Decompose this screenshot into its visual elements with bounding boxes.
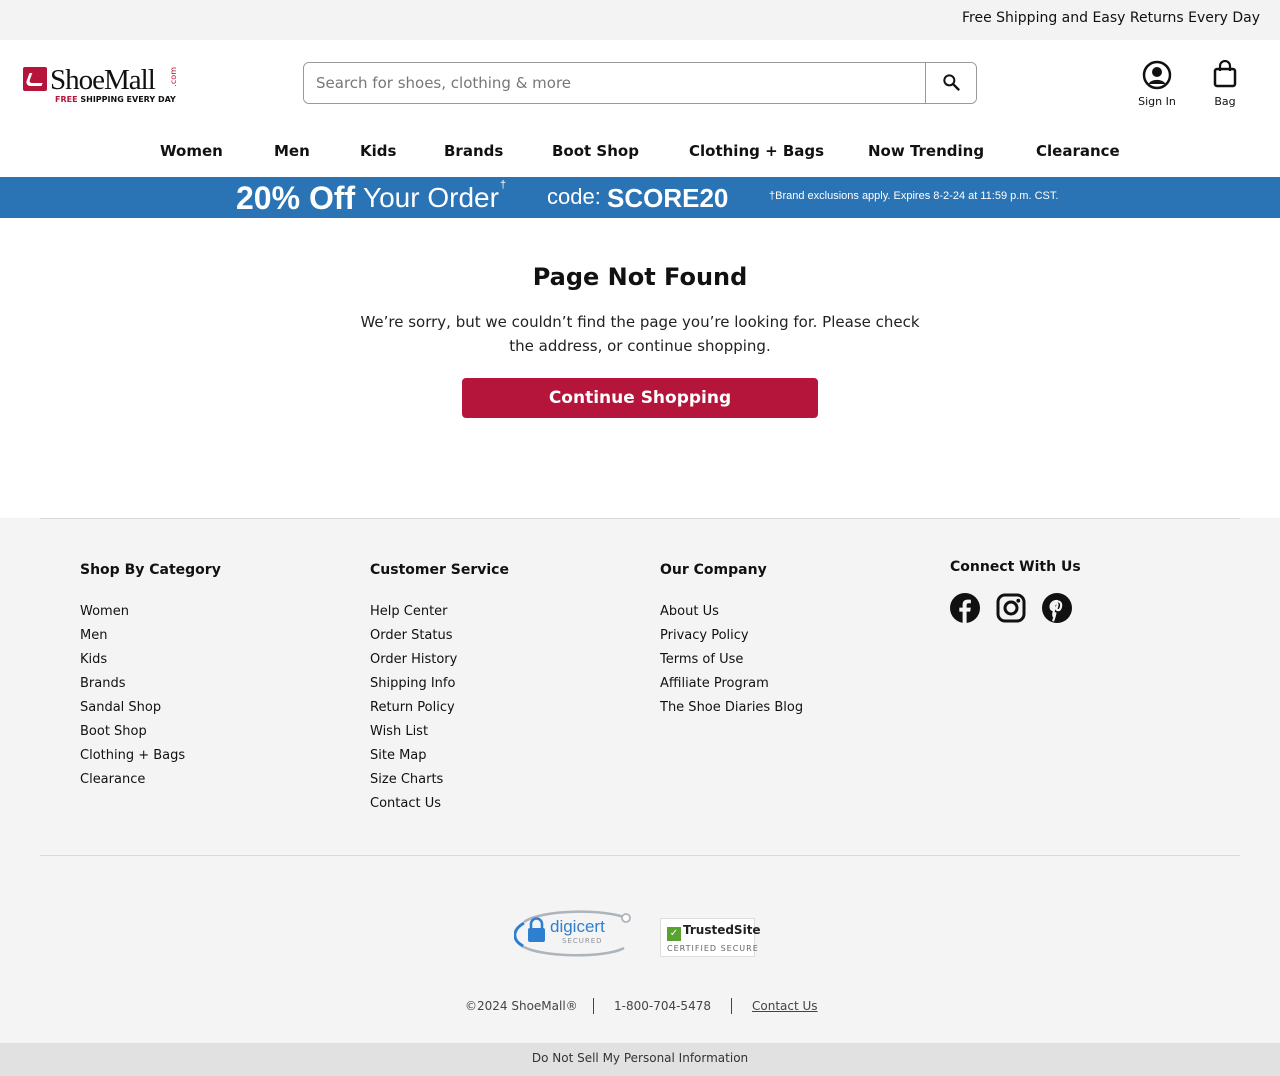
footer-link[interactable]: Boot Shop bbox=[80, 720, 221, 744]
digicert-secured: SECURED bbox=[562, 937, 603, 945]
copyright: ©2024 ShoeMall® bbox=[465, 999, 578, 1013]
legal-separator bbox=[593, 998, 594, 1014]
nav-item-men[interactable]: Men bbox=[274, 142, 310, 160]
nav-item-boot-shop[interactable]: Boot Shop bbox=[552, 142, 639, 160]
site-footer: Shop By Category Women Men Kids Brands S… bbox=[0, 518, 1280, 1043]
nav-item-now-trending[interactable]: Now Trending bbox=[868, 142, 984, 160]
promo-code: SCORE20 bbox=[607, 183, 729, 213]
footer-link[interactable]: Terms of Use bbox=[660, 648, 803, 672]
promo-code-label: code: bbox=[547, 184, 601, 209]
footer-link[interactable]: Contact Us bbox=[370, 792, 509, 816]
top-announcement-bar: Free Shipping and Easy Returns Every Day bbox=[0, 0, 1280, 40]
bag-label: Bag bbox=[1214, 95, 1236, 108]
footer-link[interactable]: Brands bbox=[80, 672, 221, 696]
sign-in-button[interactable]: Sign In bbox=[1132, 60, 1182, 112]
footer-mid-divider bbox=[40, 855, 1240, 856]
logo-tagline-free: FREE bbox=[55, 95, 78, 104]
logo-tld: .com bbox=[169, 67, 178, 87]
search-icon bbox=[943, 73, 960, 91]
bag-button[interactable]: Bag bbox=[1207, 60, 1243, 112]
shipping-message: Free Shipping and Easy Returns Every Day bbox=[961, 10, 1260, 26]
footer-link[interactable]: Order History bbox=[370, 648, 509, 672]
footer-company-column: Our Company About Us Privacy Policy Term… bbox=[660, 562, 803, 720]
instagram-icon[interactable] bbox=[996, 593, 1026, 627]
footer-link[interactable]: Sandal Shop bbox=[80, 696, 221, 720]
not-found-message: We’re sorry, but we couldn’t find the pa… bbox=[360, 313, 920, 355]
footer-link[interactable]: Kids bbox=[80, 648, 221, 672]
search-button[interactable] bbox=[925, 63, 976, 103]
nav-item-brands[interactable]: Brands bbox=[444, 142, 503, 160]
footer-connect-title: Connect With Us bbox=[950, 559, 1081, 575]
social-icons bbox=[950, 593, 1090, 625]
trustedsite-wordmark: ✓ TrustedSite bbox=[667, 923, 761, 941]
checkmark-icon: ✓ bbox=[667, 927, 681, 941]
logo-wordmark: ShoeMall bbox=[50, 64, 156, 96]
footer-link[interactable]: The Shoe Diaries Blog bbox=[660, 696, 803, 720]
footer-link[interactable]: Order Status bbox=[370, 624, 509, 648]
contact-us-link[interactable]: Contact Us bbox=[752, 999, 818, 1013]
footer-top-divider bbox=[40, 518, 1240, 519]
nav-item-clearance[interactable]: Clearance bbox=[1036, 142, 1120, 160]
security-badges: digicert SECURED ✓ TrustedSite CERTIFIED … bbox=[0, 908, 1280, 960]
footer-link[interactable]: Affiliate Program bbox=[660, 672, 803, 696]
footer-link[interactable]: Clearance bbox=[80, 768, 221, 792]
footer-link[interactable]: Return Policy bbox=[370, 696, 509, 720]
phone-number[interactable]: 1-800-704-5478 bbox=[614, 999, 711, 1013]
legal-separator bbox=[731, 998, 732, 1014]
footer-link[interactable]: Clothing + Bags bbox=[80, 744, 221, 768]
footer-link[interactable]: Privacy Policy bbox=[660, 624, 803, 648]
shoemall-logo[interactable]: ShoeMall .com FREE SHIPPING EVERY DAY bbox=[23, 64, 183, 107]
footer-company-title: Our Company bbox=[660, 562, 767, 578]
sign-in-label: Sign In bbox=[1138, 95, 1176, 108]
footer-shop-column: Shop By Category Women Men Kids Brands S… bbox=[80, 562, 221, 792]
page-not-found-section: Page Not Found We’re sorry, but we could… bbox=[0, 218, 1280, 518]
promo-banner[interactable]: 20% Off Your Order † code: SCORE20 †Bran… bbox=[0, 177, 1280, 218]
digicert-wordmark: digicert bbox=[550, 917, 605, 936]
digicert-seal[interactable]: digicert SECURED bbox=[513, 908, 632, 958]
nav-item-clothing-bags[interactable]: Clothing + Bags bbox=[689, 142, 824, 160]
trustedsite-sub: CERTIFIED SECURE bbox=[667, 944, 759, 953]
do-not-sell-bar: Do Not Sell My Personal Information bbox=[0, 1043, 1280, 1076]
site-header: ShoeMall .com FREE SHIPPING EVERY DAY Si… bbox=[0, 40, 1280, 177]
search-bar bbox=[303, 62, 977, 104]
footer-service-column: Customer Service Help Center Order Statu… bbox=[370, 562, 509, 816]
promo-headline: 20% Off bbox=[236, 180, 356, 216]
account-icon bbox=[1142, 60, 1172, 90]
logo-mark-icon bbox=[23, 67, 47, 91]
pinterest-icon[interactable] bbox=[1042, 593, 1072, 627]
footer-link[interactable]: Shipping Info bbox=[370, 672, 509, 696]
do-not-sell-link[interactable]: Do Not Sell My Personal Information bbox=[532, 1051, 748, 1065]
footer-link[interactable]: About Us bbox=[660, 600, 803, 624]
footer-link[interactable]: Site Map bbox=[370, 744, 509, 768]
nav-item-kids[interactable]: Kids bbox=[360, 142, 396, 160]
trustedsite-seal[interactable]: ✓ TrustedSite CERTIFIED SECURE bbox=[660, 918, 761, 957]
footer-link[interactable]: Men bbox=[80, 624, 221, 648]
footer-connect-column: Connect With Us bbox=[950, 559, 1081, 623]
footer-service-title: Customer Service bbox=[370, 562, 509, 578]
footer-link[interactable]: Wish List bbox=[370, 720, 509, 744]
footer-shop-title: Shop By Category bbox=[80, 562, 221, 578]
promo-subline: Your Order bbox=[363, 182, 499, 213]
trustedsite-name: TrustedSite bbox=[683, 923, 761, 937]
footer-link[interactable]: Women bbox=[80, 600, 221, 624]
nav-item-women[interactable]: Women bbox=[160, 142, 223, 160]
promo-dagger: † bbox=[500, 179, 507, 191]
continue-shopping-button[interactable]: Continue Shopping bbox=[462, 378, 818, 418]
logo-tagline: FREE SHIPPING EVERY DAY bbox=[55, 95, 176, 104]
shopping-bag-icon bbox=[1213, 60, 1237, 88]
main-navigation: Women Men Kids Brands Boot Shop Clothing… bbox=[0, 142, 1280, 168]
page-title: Page Not Found bbox=[532, 263, 748, 291]
footer-link[interactable]: Size Charts bbox=[370, 768, 509, 792]
logo-tagline-rest: SHIPPING EVERY DAY bbox=[80, 95, 176, 104]
facebook-icon[interactable] bbox=[950, 593, 980, 627]
footer-link[interactable]: Help Center bbox=[370, 600, 509, 624]
search-input[interactable] bbox=[304, 63, 926, 103]
promo-fine-print: †Brand exclusions apply. Expires 8-2-24 … bbox=[769, 190, 1059, 202]
legal-bar: ©2024 ShoeMall® 1-800-704-5478 Contact U… bbox=[0, 998, 1280, 1015]
